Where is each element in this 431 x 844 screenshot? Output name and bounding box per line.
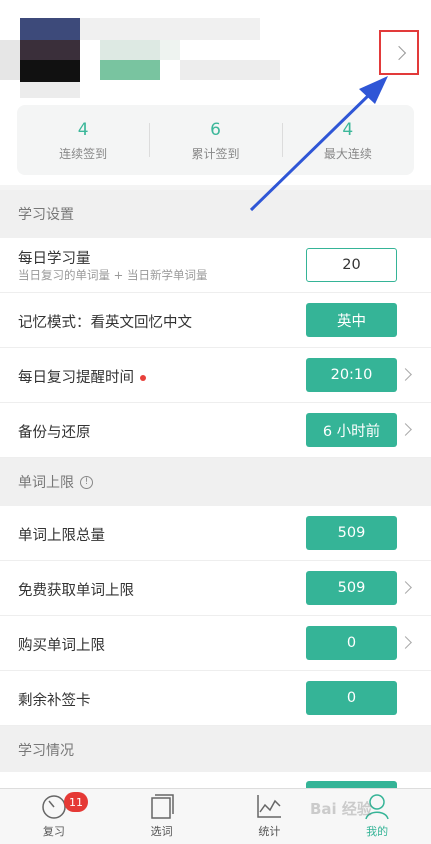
- profile-header: 4 连续签到 6 累计签到 4 最大连续: [0, 0, 431, 185]
- row-daily-amount[interactable]: 每日学习量 当日复习的单词量 + 当日新学单词量 20: [0, 238, 431, 293]
- row-subtitle: 当日复习的单词量 + 当日新学单词量: [18, 268, 208, 282]
- section-title: 单词上限: [18, 475, 74, 491]
- row-label: 剩余补签卡: [18, 693, 91, 709]
- stat-value: 6: [210, 119, 221, 140]
- section-study-settings: 学习设置: [0, 190, 431, 238]
- profile-detail-button[interactable]: [379, 30, 419, 75]
- reminder-label-text: 每日复习提醒时间: [18, 370, 134, 386]
- section-title: 学习设置: [18, 207, 74, 223]
- row-backup-restore[interactable]: 备份与还原 6 小时前: [0, 403, 431, 458]
- section-word-limit: 单词上限 !: [0, 458, 431, 506]
- row-label: 单词上限总量: [18, 528, 105, 544]
- row-label: 每日学习量: [18, 251, 91, 267]
- makeup-cards-value: 0: [306, 681, 397, 715]
- section-study-status: 学习情况: [0, 726, 431, 774]
- tab-label: 统计: [258, 825, 281, 838]
- memory-mode-button[interactable]: 英中: [306, 303, 397, 337]
- daily-amount-input[interactable]: 20: [306, 248, 397, 282]
- review-count-badge: 11: [64, 792, 88, 812]
- tab-select-words[interactable]: 选词: [108, 789, 216, 844]
- row-total-limit: 单词上限总量 509: [0, 506, 431, 561]
- row-label: 每日复习提醒时间: [18, 366, 146, 387]
- total-limit-value: 509: [306, 516, 397, 550]
- stat-label: 连续签到: [59, 146, 108, 161]
- partial-pill: [306, 781, 397, 788]
- cards-icon: [150, 794, 174, 819]
- chevron-right-icon[interactable]: [399, 368, 412, 381]
- row-partial: [0, 772, 431, 788]
- stat-label: 累计签到: [191, 146, 240, 161]
- stopwatch-icon: [42, 795, 66, 819]
- backup-time-button[interactable]: 6 小时前: [306, 413, 397, 447]
- row-buy-limit[interactable]: 购买单词上限 0: [0, 616, 431, 671]
- watermark: Bai 经验: [310, 800, 372, 818]
- section-title: 学习情况: [18, 743, 74, 759]
- stat-max-consecutive: 4 最大连续: [281, 105, 414, 175]
- row-free-limit[interactable]: 免费获取单词上限 509: [0, 561, 431, 616]
- tab-label: 选词: [150, 825, 173, 838]
- row-label: 免费获取单词上限: [18, 583, 134, 599]
- tab-label: 我的: [366, 825, 389, 838]
- chevron-right-icon[interactable]: [399, 581, 412, 594]
- tab-label: 复习: [42, 825, 65, 838]
- tab-statistics[interactable]: 统计: [216, 789, 324, 844]
- stat-label: 最大连续: [323, 146, 372, 161]
- stat-value: 4: [77, 119, 89, 140]
- row-label: 记忆模式：看英文回忆中文: [18, 315, 192, 331]
- info-icon[interactable]: !: [80, 475, 93, 489]
- row-memory-mode[interactable]: 记忆模式：看英文回忆中文 英中: [0, 293, 431, 348]
- tab-review[interactable]: 复习 11: [0, 789, 108, 844]
- stat-total-checkin: 6 累计签到: [149, 105, 281, 175]
- chevron-right-icon[interactable]: [399, 636, 412, 649]
- stat-consecutive-checkin: 4 连续签到: [17, 105, 149, 175]
- row-label: 购买单词上限: [18, 638, 105, 654]
- row-makeup-cards: 剩余补签卡 0: [0, 671, 431, 726]
- stat-value: 4: [342, 119, 354, 140]
- chevron-right-icon: [391, 45, 407, 60]
- checkin-stats-card: 4 连续签到 6 累计签到 4 最大连续: [17, 105, 414, 175]
- buy-limit-button[interactable]: 0: [306, 626, 397, 660]
- chevron-right-icon[interactable]: [399, 423, 412, 436]
- reminder-time-button[interactable]: 20:10: [306, 358, 397, 392]
- profile-blurred-info: [0, 0, 431, 105]
- free-limit-button[interactable]: 509: [306, 571, 397, 605]
- row-review-reminder[interactable]: 每日复习提醒时间 20:10: [0, 348, 431, 403]
- red-dot-icon: [140, 375, 146, 381]
- row-label: 备份与还原: [18, 425, 91, 441]
- line-chart-icon: [257, 795, 282, 818]
